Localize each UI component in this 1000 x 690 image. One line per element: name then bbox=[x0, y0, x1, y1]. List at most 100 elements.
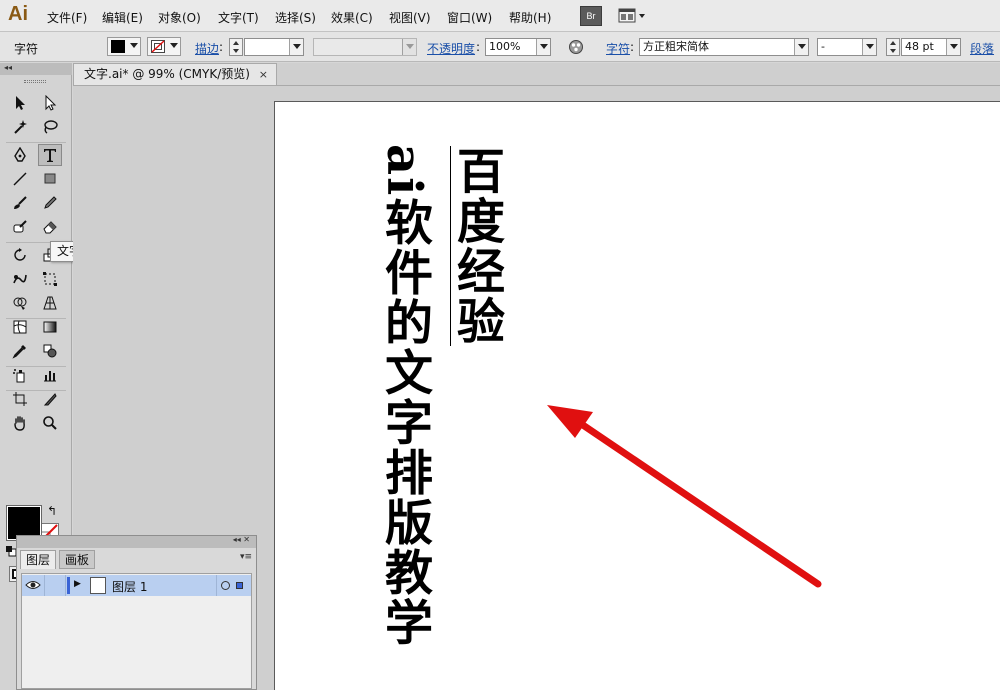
menu-window[interactable]: 窗口(W) bbox=[447, 9, 492, 26]
layer-row-divider bbox=[216, 575, 217, 596]
blend-tool[interactable] bbox=[39, 341, 63, 363]
swap-fill-stroke-icon[interactable]: ↰ bbox=[47, 504, 57, 518]
lasso-icon bbox=[44, 120, 58, 134]
collapse-icon[interactable]: ◂◂ bbox=[4, 63, 12, 72]
menu-view[interactable]: 视图(V) bbox=[389, 9, 431, 26]
tools-panel-header[interactable]: ◂◂ bbox=[0, 63, 72, 75]
layer-color-bar bbox=[67, 577, 70, 594]
shape-builder-icon bbox=[13, 297, 27, 310]
opacity-field[interactable]: 100% bbox=[485, 38, 551, 56]
slice-tool[interactable] bbox=[39, 389, 63, 411]
collapse-close-icon[interactable]: ◂◂ ✕ bbox=[233, 535, 250, 544]
workspace-switcher-icon[interactable] bbox=[618, 6, 648, 26]
paragraph-link[interactable]: 段落 bbox=[970, 40, 994, 57]
magic-wand-tool[interactable] bbox=[9, 117, 33, 139]
stroke-weight-dropdown[interactable] bbox=[289, 39, 303, 55]
panel-menu-icon[interactable]: ▾≡ bbox=[240, 552, 252, 562]
pencil-icon bbox=[44, 196, 57, 209]
zoom-tool[interactable] bbox=[39, 413, 63, 435]
expand-triangle-icon[interactable]: ▶ bbox=[74, 579, 81, 589]
close-icon[interactable]: × bbox=[259, 64, 268, 85]
chevron-down-icon bbox=[406, 44, 414, 49]
artboard-tool[interactable] bbox=[9, 389, 33, 411]
layers-list: ▶ 图层 1 bbox=[21, 573, 252, 689]
blob-brush-tool[interactable] bbox=[9, 217, 33, 239]
column-graph-tool[interactable] bbox=[39, 365, 63, 387]
rotate-icon bbox=[14, 248, 26, 261]
selection-square-icon[interactable] bbox=[236, 582, 243, 589]
direct-selection-tool[interactable] bbox=[39, 93, 63, 115]
stroke-link[interactable]: 描边 bbox=[195, 40, 219, 57]
font-size-field[interactable]: 48 pt bbox=[901, 38, 961, 56]
document-tab[interactable]: 文字.ai* @ 99% (CMYK/预览) × bbox=[73, 63, 277, 85]
hand-icon bbox=[14, 416, 25, 431]
symbol-sprayer-icon bbox=[13, 369, 25, 383]
pen-tool[interactable] bbox=[9, 145, 33, 167]
type-t-icon bbox=[44, 149, 56, 162]
chevron-down-icon bbox=[293, 44, 301, 49]
magic-wand-icon bbox=[14, 120, 27, 134]
symbol-sprayer-tool[interactable] bbox=[9, 365, 33, 387]
character-link[interactable]: 字符 bbox=[606, 40, 630, 57]
menu-file[interactable]: 文件(F) bbox=[47, 9, 87, 26]
lasso-tool[interactable] bbox=[39, 117, 63, 139]
eyedropper-tool[interactable] bbox=[9, 341, 33, 363]
chevron-down-icon bbox=[130, 43, 138, 48]
artboard-canvas[interactable]: ai软件的文字排版教学 百度经验 bbox=[274, 101, 1000, 690]
recolor-artwork-icon[interactable] bbox=[568, 39, 584, 55]
tab-artboards[interactable]: 画板 bbox=[59, 550, 96, 569]
menu-select[interactable]: 选择(S) bbox=[275, 9, 316, 26]
shape-builder-tool[interactable] bbox=[9, 293, 33, 315]
profile-dropdown[interactable] bbox=[402, 39, 416, 55]
perspective-grid-tool[interactable] bbox=[39, 293, 63, 315]
fill-color-swatch bbox=[111, 40, 125, 53]
layers-panel-header[interactable]: ◂◂ ✕ bbox=[17, 535, 256, 548]
menu-type[interactable]: 文字(T) bbox=[218, 9, 259, 26]
arrow-shaft bbox=[567, 413, 822, 588]
menu-effect[interactable]: 效果(C) bbox=[331, 9, 373, 26]
control-bar: 字符 描边 : 不透明度 : 100% 字符 : 方正粗宋简体 - 48 pt … bbox=[0, 32, 1000, 62]
visibility-eye-icon[interactable] bbox=[25, 578, 41, 592]
target-circle-icon[interactable] bbox=[221, 581, 230, 590]
mesh-icon bbox=[13, 320, 27, 334]
pencil-tool[interactable] bbox=[39, 193, 63, 215]
line-segment-tool[interactable] bbox=[9, 169, 33, 191]
stroke-colon: : bbox=[219, 40, 224, 54]
hand-tool[interactable] bbox=[9, 413, 33, 435]
fill-color-dropdown[interactable] bbox=[107, 37, 141, 56]
layer-name[interactable]: 图层 1 bbox=[112, 578, 147, 595]
gradient-tool[interactable] bbox=[39, 317, 63, 339]
stroke-color-dropdown[interactable] bbox=[147, 37, 181, 56]
selection-tool[interactable] bbox=[9, 93, 33, 115]
bridge-button[interactable]: Br bbox=[580, 6, 602, 26]
variable-width-profile[interactable] bbox=[313, 38, 417, 56]
opacity-link[interactable]: 不透明度 bbox=[427, 40, 475, 57]
font-size-stepper[interactable] bbox=[886, 38, 900, 56]
menu-edit[interactable]: 编辑(E) bbox=[102, 9, 143, 26]
menu-help[interactable]: 帮助(H) bbox=[509, 9, 551, 26]
perspective-grid-icon bbox=[43, 296, 57, 310]
mesh-tool[interactable] bbox=[9, 317, 33, 339]
font-style-dropdown[interactable] bbox=[862, 39, 876, 55]
type-tool[interactable] bbox=[38, 144, 62, 166]
font-family-dropdown[interactable] bbox=[794, 39, 808, 55]
tools-panel-grip[interactable] bbox=[24, 80, 46, 83]
stroke-weight-field[interactable] bbox=[244, 38, 304, 56]
free-transform-tool[interactable] bbox=[39, 269, 63, 291]
tab-layers[interactable]: 图层 bbox=[20, 550, 57, 569]
warp-tool[interactable] bbox=[9, 269, 33, 291]
font-size-dropdown[interactable] bbox=[946, 39, 960, 55]
eraser-tool[interactable] bbox=[39, 217, 63, 239]
rectangle-tool[interactable] bbox=[39, 169, 63, 191]
paintbrush-icon bbox=[14, 196, 27, 209]
stroke-weight-stepper[interactable] bbox=[229, 38, 243, 56]
opacity-dropdown[interactable] bbox=[536, 39, 550, 55]
font-family-field[interactable]: 方正粗宋简体 bbox=[639, 38, 809, 56]
font-style-field[interactable]: - bbox=[817, 38, 877, 56]
menu-object[interactable]: 对象(O) bbox=[158, 9, 201, 26]
paintbrush-tool[interactable] bbox=[9, 193, 33, 215]
character-colon: : bbox=[630, 40, 635, 54]
lock-toggle[interactable] bbox=[44, 575, 66, 596]
rotate-tool[interactable] bbox=[9, 245, 33, 267]
layer-row[interactable]: ▶ 图层 1 bbox=[22, 575, 251, 596]
